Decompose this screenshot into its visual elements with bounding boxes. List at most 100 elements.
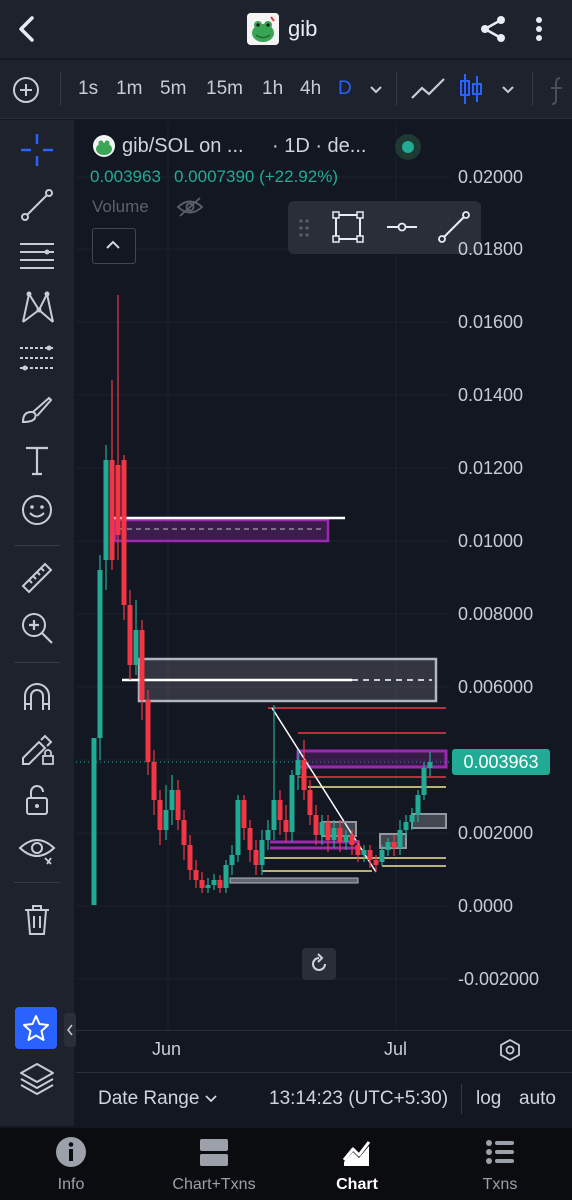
candle-body	[337, 828, 343, 842]
time-axis-label: Jul	[384, 1039, 408, 1059]
sidebar-divider	[14, 882, 60, 883]
candle-body	[271, 800, 277, 830]
txns-icon	[486, 1140, 514, 1164]
candle-body	[301, 760, 307, 790]
back-arrow-icon[interactable]	[12, 14, 42, 44]
crosshair-icon[interactable]	[17, 130, 57, 170]
candle-body	[163, 810, 169, 830]
timeframe-D[interactable]: D	[338, 78, 352, 100]
candle-body	[325, 822, 331, 840]
candle-body	[403, 822, 409, 830]
candle-body	[121, 460, 127, 605]
zoom-in-icon[interactable]	[17, 608, 57, 648]
status-dot	[402, 141, 414, 153]
candle-body	[391, 842, 397, 848]
toolbar-divider	[396, 72, 397, 106]
pair-logo-icon	[93, 135, 115, 157]
indicators-fx-icon[interactable]	[546, 74, 572, 106]
candlestick-icon[interactable]	[458, 72, 484, 106]
magnet-icon[interactable]	[17, 678, 57, 718]
last-price-tag: 0.003963	[452, 749, 550, 775]
unlock-icon[interactable]	[17, 780, 57, 820]
legend-price: 0.003963	[90, 167, 161, 186]
trash-icon[interactable]	[17, 900, 57, 940]
candle-body	[109, 460, 115, 560]
tab-info[interactable]: Info	[11, 1130, 131, 1196]
candle-body	[409, 815, 415, 822]
candle-body	[115, 465, 121, 535]
line-chart-icon[interactable]	[410, 74, 446, 104]
tab-label: Txns	[482, 1176, 518, 1193]
candle-body	[133, 630, 139, 665]
tab-chart-txns[interactable]: Chart+Txns	[154, 1130, 274, 1196]
candle-body	[373, 860, 379, 865]
candle-body	[313, 815, 319, 835]
horizontal-lines-icon[interactable]	[17, 236, 57, 276]
tab-chart[interactable]: Chart	[297, 1130, 417, 1196]
timeframe-15m[interactable]: 15m	[206, 78, 243, 100]
candle-body	[295, 760, 301, 775]
visibility-eye-icon[interactable]	[17, 828, 57, 868]
eye-off-icon[interactable]	[176, 196, 204, 218]
price-axis-label: 0.0000	[458, 896, 514, 916]
pattern-icon[interactable]	[17, 288, 57, 328]
candle-body	[427, 762, 433, 768]
ruler-icon[interactable]	[17, 558, 57, 598]
share-icon[interactable]	[478, 14, 508, 44]
emoji-icon[interactable]	[17, 490, 57, 530]
candle-body	[193, 870, 199, 880]
candle-body	[289, 775, 295, 832]
candle-body	[187, 845, 193, 870]
date-range-button[interactable]: Date Range	[98, 1088, 199, 1110]
timeframe-4h[interactable]: 4h	[300, 78, 321, 100]
pair-meta[interactable]: · 1D · de...	[272, 135, 366, 158]
more-vertical-icon[interactable]	[528, 14, 550, 44]
clock-timezone[interactable]: 13:14:23 (UTC+5:30)	[269, 1088, 448, 1110]
candle-body	[127, 605, 133, 665]
chevron-up-icon	[106, 240, 120, 249]
log-scale-toggle[interactable]: log	[476, 1088, 501, 1110]
candle-body	[343, 835, 349, 842]
layers-icon[interactable]	[17, 1058, 57, 1098]
add-circle-icon[interactable]	[12, 76, 40, 104]
drag-handle-icon[interactable]	[296, 216, 312, 240]
candle-body	[139, 630, 145, 700]
candle-body	[103, 460, 109, 560]
price-axis-label: 0.01600	[458, 312, 524, 332]
lock-drawing-icon[interactable]	[17, 728, 57, 768]
text-tool-icon[interactable]	[17, 440, 57, 480]
chart-icon	[342, 1141, 371, 1166]
price-axis-label: 0.006000	[458, 677, 534, 697]
fibonacci-icon[interactable]	[17, 338, 57, 378]
pair-symbol[interactable]: gib/SOL on ...	[122, 135, 244, 158]
brush-icon[interactable]	[17, 390, 57, 430]
candle-body	[361, 850, 367, 855]
volume-label[interactable]: Volume	[92, 197, 149, 217]
price-axis-label: 0.008000	[458, 604, 534, 624]
chevron-down-icon[interactable]	[204, 1094, 218, 1104]
timeframe-1m[interactable]: 1m	[116, 78, 142, 100]
chart-settings-icon[interactable]	[498, 1038, 522, 1062]
tab-txns[interactable]: Txns	[440, 1130, 560, 1196]
chevron-down-icon[interactable]	[500, 84, 516, 96]
candle-body	[253, 850, 259, 865]
candle-body	[157, 800, 163, 830]
tab-label: Chart	[336, 1176, 378, 1193]
candle-body	[223, 865, 229, 888]
timeframe-1s[interactable]: 1s	[78, 78, 98, 100]
trend-line-icon[interactable]	[17, 185, 57, 225]
token-logo-icon	[247, 13, 279, 45]
horizontal-ray-icon[interactable]	[384, 209, 420, 245]
price-axis-label: 0.01800	[458, 239, 524, 259]
auto-scale-toggle[interactable]: auto	[519, 1088, 556, 1110]
rectangle-tool-icon[interactable]	[330, 209, 366, 245]
candle-body	[199, 880, 205, 888]
sidebar-divider	[14, 662, 60, 663]
timeframe-5m[interactable]: 5m	[160, 78, 186, 100]
chevron-down-icon[interactable]	[368, 84, 384, 96]
tab-label: Chart+Txns	[172, 1176, 256, 1193]
candle-body	[205, 885, 211, 888]
zone-small	[411, 813, 447, 829]
timeframe-1h[interactable]: 1h	[262, 78, 283, 100]
price-axis-label: 0.01400	[458, 385, 524, 405]
